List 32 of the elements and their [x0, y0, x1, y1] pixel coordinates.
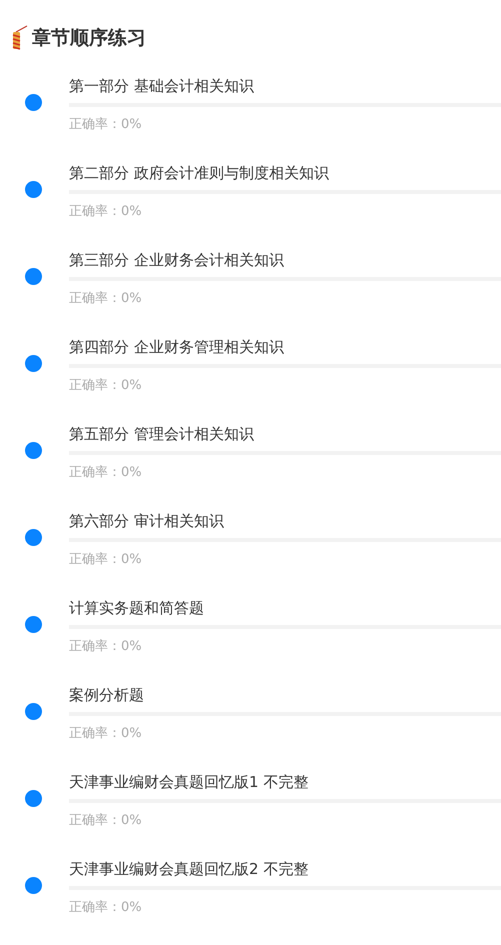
chapter-dot — [25, 616, 42, 633]
chapter-title[interactable]: 第三部分 企业财务会计相关知识 — [69, 249, 284, 271]
chapter-title[interactable]: 第五部分 管理会计相关知识 — [69, 423, 254, 445]
accuracy-label: 正确率：0% — [69, 812, 142, 830]
accuracy-label: 正确率：0% — [69, 290, 142, 308]
chapter-dot — [25, 877, 42, 894]
accuracy-label: 正确率：0% — [69, 638, 142, 656]
accuracy-label: 正确率：0% — [69, 899, 142, 917]
chapter-dot — [25, 268, 42, 285]
accuracy-label: 正确率：0% — [69, 551, 142, 569]
chapter-title[interactable]: 天津事业编财会真题回忆版2 不完整 — [69, 858, 308, 880]
firecracker-icon — [12, 24, 28, 50]
chapter-dot — [25, 703, 42, 720]
chapter-dot — [25, 529, 42, 546]
chapter-title[interactable]: 天津事业编财会真题回忆版1 不完整 — [69, 771, 308, 793]
chapter-title[interactable]: 第一部分 基础会计相关知识 — [69, 75, 254, 97]
accuracy-label: 正确率：0% — [69, 116, 142, 134]
chapter-dot — [25, 355, 42, 372]
chapter-title[interactable]: 第四部分 企业财务管理相关知识 — [69, 336, 284, 358]
accuracy-label: 正确率：0% — [69, 377, 142, 395]
page-title: 章节顺序练习 — [32, 26, 146, 50]
chapter-title[interactable]: 案例分析题 — [69, 684, 144, 706]
chapter-title[interactable]: 计算实务题和简答题 — [69, 597, 204, 619]
chapter-title[interactable]: 第二部分 政府会计准则与制度相关知识 — [69, 162, 329, 184]
accuracy-label: 正确率：0% — [69, 464, 142, 482]
chapter-title[interactable]: 第六部分 审计相关知识 — [69, 510, 224, 532]
chapter-dot — [25, 181, 42, 198]
chapter-dot — [25, 442, 42, 459]
chapter-dot — [25, 790, 42, 807]
chapter-dot — [25, 94, 42, 111]
accuracy-label: 正确率：0% — [69, 203, 142, 221]
accuracy-label: 正确率：0% — [69, 725, 142, 743]
